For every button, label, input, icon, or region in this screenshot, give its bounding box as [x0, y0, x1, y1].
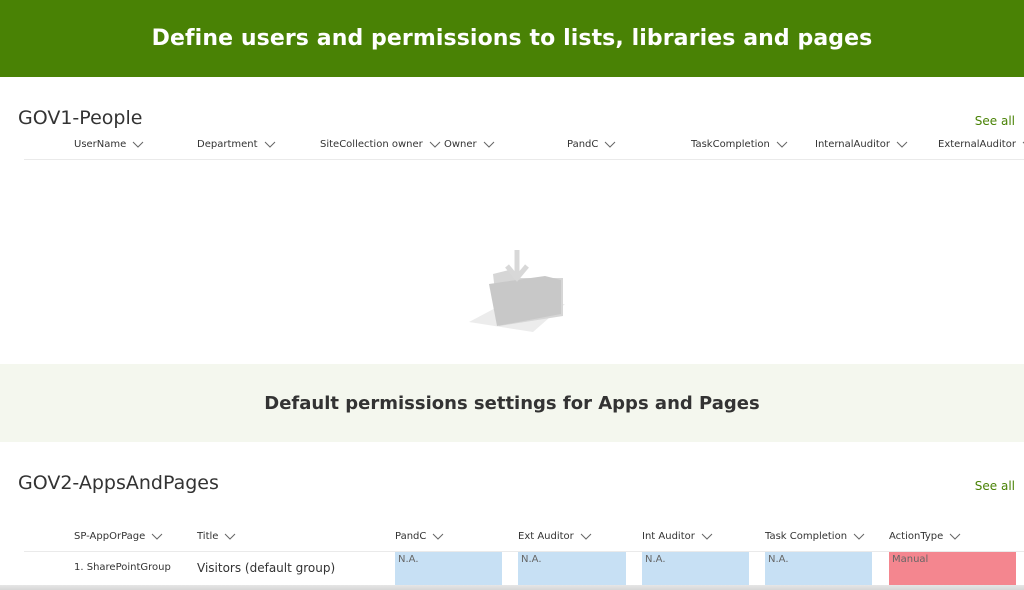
chevron-down-icon	[580, 533, 592, 540]
chevron-down-icon	[776, 141, 788, 148]
chevron-down-icon	[132, 141, 144, 148]
chevron-down-icon	[853, 533, 865, 540]
header-divider	[24, 159, 1024, 160]
column-label: Owner	[444, 139, 477, 150]
band-title: Default permissions settings for Apps an…	[264, 392, 760, 414]
column-label: ExternalAuditor	[938, 139, 1016, 150]
empty-folder-icon	[469, 250, 565, 332]
cell-sp-apporpage: 1. SharePointGroup	[74, 562, 171, 573]
column-label: Int Auditor	[642, 531, 695, 542]
column-label: SP-AppOrPage	[74, 531, 146, 542]
column-header-internalauditor[interactable]: InternalAuditor	[815, 139, 908, 150]
column-label: Ext Auditor	[518, 531, 574, 542]
page-banner: Define users and permissions to lists, l…	[0, 0, 1024, 77]
column-header-taskcompletion[interactable]: TaskCompletion	[691, 139, 788, 150]
chevron-down-icon	[429, 141, 441, 148]
chevron-down-icon	[225, 533, 236, 540]
column-label: Task Completion	[765, 531, 848, 542]
column-header-department[interactable]: Department	[197, 139, 276, 150]
column-label: Department	[197, 139, 258, 150]
apps-list-title[interactable]: GOV2-AppsAndPages	[18, 472, 219, 494]
banner-title: Define users and permissions to lists, l…	[151, 26, 873, 51]
column-label: PandC	[395, 531, 427, 542]
chevron-down-icon	[896, 141, 908, 148]
column-header-ext-auditor[interactable]: Ext Auditor	[518, 531, 592, 542]
column-label: UserName	[74, 139, 127, 150]
column-header-owner[interactable]: Owner	[444, 139, 495, 150]
column-header-username[interactable]: UserName	[74, 139, 144, 150]
chevron-down-icon	[151, 533, 163, 540]
people-list-title[interactable]: GOV1-People	[18, 107, 142, 129]
column-header-actiontype[interactable]: ActionType	[889, 531, 961, 542]
chevron-down-icon	[701, 533, 713, 540]
column-header-pandc[interactable]: PandC	[395, 531, 444, 542]
column-label: Title	[197, 531, 219, 542]
chevron-down-icon	[949, 533, 961, 540]
apps-see-all-link[interactable]: See all	[975, 479, 1015, 493]
column-header-task-completion[interactable]: Task Completion	[765, 531, 865, 542]
column-header-title[interactable]: Title	[197, 531, 236, 542]
column-header-sitecollection-owner[interactable]: SiteCollection owner	[320, 139, 441, 150]
column-label: SiteCollection owner	[320, 139, 423, 150]
section-band: Default permissions settings for Apps an…	[0, 364, 1024, 442]
bottom-edge	[0, 585, 1024, 590]
column-header-externalauditor[interactable]: ExternalAuditor	[938, 139, 1024, 150]
column-header-sp-apporpage[interactable]: SP-AppOrPage	[74, 531, 163, 542]
column-label: InternalAuditor	[815, 139, 890, 150]
column-label: ActionType	[889, 531, 944, 542]
column-header-int-auditor[interactable]: Int Auditor	[642, 531, 713, 542]
chevron-down-icon	[605, 141, 616, 148]
cell-title: Visitors (default group)	[197, 561, 336, 575]
chevron-down-icon	[483, 141, 495, 148]
column-label: TaskCompletion	[691, 139, 770, 150]
column-header-pandc[interactable]: PandC	[567, 139, 616, 150]
chevron-down-icon	[433, 533, 444, 540]
chevron-down-icon	[264, 141, 275, 148]
people-see-all-link[interactable]: See all	[975, 114, 1015, 128]
column-label: PandC	[567, 139, 599, 150]
